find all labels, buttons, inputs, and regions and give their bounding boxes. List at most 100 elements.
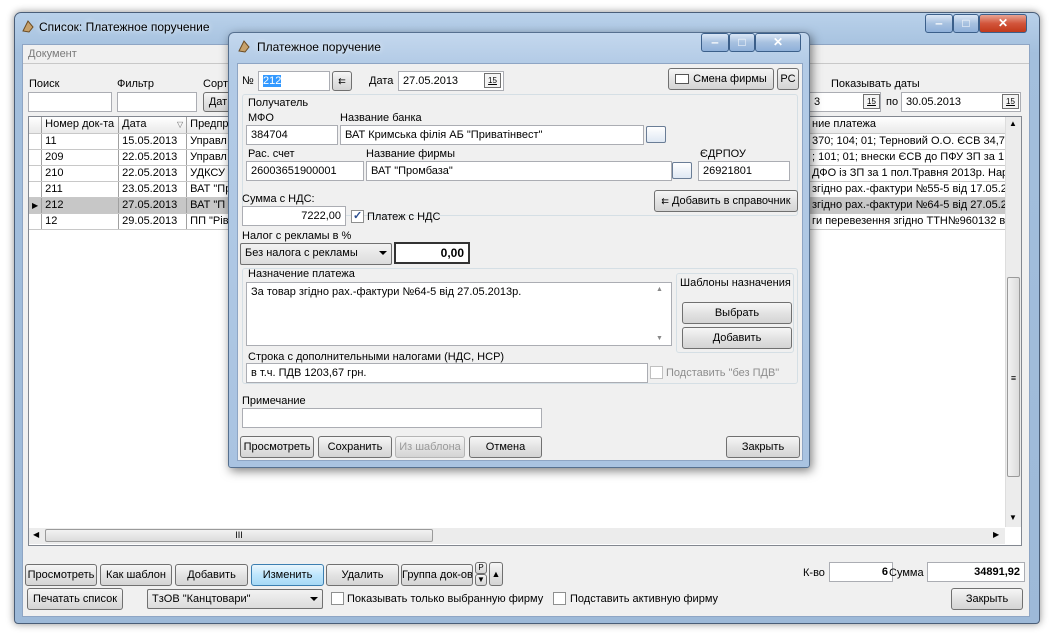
- dialog-close-text-button[interactable]: Закрыть: [726, 436, 800, 458]
- cell-date: 27.05.2013: [118, 197, 188, 214]
- vertical-scroll-thumb[interactable]: ≡: [1007, 277, 1020, 477]
- column-header[interactable]: ние платежа: [809, 117, 1018, 134]
- scroll-right-icon[interactable]: ▶: [993, 530, 999, 539]
- ad-tax-value[interactable]: 0,00: [394, 242, 470, 264]
- row-indicator: [29, 181, 43, 198]
- search-label: Поиск: [29, 78, 60, 90]
- table-row[interactable]: 209 22.05.2013 Управл: [29, 149, 236, 166]
- rs-button[interactable]: РС: [777, 68, 799, 90]
- table-row[interactable]: 211 23.05.2013 ВАТ "Пр: [29, 181, 236, 198]
- scroll-left-icon[interactable]: ◀: [33, 530, 39, 539]
- horizontal-scrollbar[interactable]: ◀ III ▶: [29, 528, 1005, 544]
- scroll-up-icon[interactable]: ▲: [1009, 119, 1017, 128]
- dialog-title: Платежное поручение: [257, 40, 381, 54]
- firm-select[interactable]: ТзОВ "Канцтовари": [147, 589, 323, 609]
- add-to-directory-button[interactable]: ⇇ Добавить в справочник: [654, 190, 798, 212]
- count-field: 6: [829, 562, 893, 582]
- sum-vat-input[interactable]: 7222,00: [242, 206, 346, 226]
- extra-tax-input[interactable]: в т.ч. ПДВ 1203,67 грн.: [246, 363, 648, 383]
- bank-input[interactable]: ВАТ Кримська філія АБ "Приватінвест": [340, 125, 644, 145]
- search-input[interactable]: [28, 92, 112, 112]
- dialog-save-button[interactable]: Сохранить: [318, 436, 392, 458]
- view-button[interactable]: Просмотреть: [25, 564, 97, 586]
- firm-input[interactable]: ВАТ "Промбаза": [366, 161, 672, 181]
- print-list-button[interactable]: Печатать список: [27, 588, 123, 610]
- move-up-button[interactable]: P: [475, 562, 487, 574]
- menu-document[interactable]: Документ: [28, 48, 77, 60]
- firm-label: Название фирмы: [366, 148, 455, 160]
- show-only-selected-firm-checkbox[interactable]: [331, 592, 344, 605]
- cell-purpose: ; 101; 01; внески ЄСВ до ПФУ ЗП за 1: [809, 149, 1018, 166]
- cell-purpose: ги перевезення згідно ТТН№960132 в: [809, 213, 1018, 230]
- templates-label: Шаблоны назначения: [680, 277, 791, 289]
- choose-template-button[interactable]: Выбрать: [682, 302, 792, 324]
- dialog-maximize-button[interactable]: □: [729, 33, 755, 52]
- sum-label: Сумма: [889, 567, 924, 579]
- up-arrow-button[interactable]: ▲: [489, 562, 503, 586]
- cell-number: 211: [41, 181, 120, 198]
- cell-purpose: згідно рах.-фактури №55-5 від 17.05.20: [809, 181, 1018, 198]
- change-firm-button[interactable]: Смена фирмы: [668, 68, 774, 90]
- maximize-button[interactable]: □: [953, 14, 979, 33]
- calendar-icon[interactable]: 15: [484, 73, 501, 88]
- edrpou-input[interactable]: 26921801: [698, 161, 790, 181]
- dialog-minimize-button[interactable]: ‒: [701, 33, 729, 52]
- add-button[interactable]: Добавить: [175, 564, 248, 586]
- table-row[interactable]: 210 22.05.2013 УДКСУ: [29, 165, 236, 182]
- dialog-cancel-button[interactable]: Отмена: [469, 436, 542, 458]
- row-indicator: [29, 149, 43, 166]
- note-input[interactable]: [242, 408, 542, 428]
- substitute-active-firm-checkbox[interactable]: [553, 592, 566, 605]
- filter-input[interactable]: [117, 92, 197, 112]
- dialog-close-button[interactable]: ✕: [755, 33, 801, 52]
- close-button[interactable]: Закрыть: [951, 588, 1023, 610]
- edit-button[interactable]: Изменить: [251, 564, 324, 586]
- calendar-icon[interactable]: 15: [1002, 94, 1019, 109]
- table-row[interactable]: 11 15.05.2013 Управл: [29, 133, 236, 150]
- vat-payment-checkbox[interactable]: [351, 209, 364, 223]
- account-input[interactable]: 26003651900001: [246, 161, 364, 181]
- purpose-textarea[interactable]: За товар згідно рах.-фактури №64-5 від 2…: [246, 282, 672, 346]
- horizontal-scroll-thumb[interactable]: III: [45, 529, 433, 542]
- delete-button[interactable]: Удалить: [326, 564, 399, 586]
- table-row-selected[interactable]: ▶ 212 27.05.2013 ВАТ "П: [29, 197, 236, 214]
- cell-date: 22.05.2013: [118, 149, 188, 166]
- add-template-button[interactable]: Добавить: [682, 327, 792, 349]
- group-docs-button[interactable]: Группа док-ов: [401, 564, 473, 586]
- as-template-button[interactable]: Как шаблон: [100, 564, 172, 586]
- no-vat-checkbox[interactable]: [650, 366, 663, 379]
- move-down-icon[interactable]: ▼: [475, 574, 487, 586]
- bank-label: Название банка: [340, 112, 422, 124]
- recipient-label: Получатель: [248, 97, 309, 109]
- bank-directory-icon[interactable]: [646, 126, 666, 143]
- scroll-up-icon[interactable]: ▲: [656, 286, 663, 293]
- cell-purpose: згідно рах.-фактури №64-5 від 27.05.20: [809, 197, 1018, 214]
- filter-label: Фильтр: [117, 78, 154, 90]
- num-input[interactable]: 212: [258, 71, 330, 91]
- scroll-down-icon[interactable]: ▼: [656, 335, 663, 342]
- firm-directory-icon[interactable]: [672, 162, 692, 179]
- purpose-column: ние платежа 370; 104; 01; Терновий О.О. …: [809, 117, 1018, 230]
- scroll-down-icon[interactable]: ▼: [1009, 513, 1017, 522]
- calendar-icon[interactable]: 15: [863, 94, 880, 109]
- vat-payment-label: Платеж с НДС: [367, 211, 441, 223]
- from-template-button[interactable]: Из шаблона: [395, 436, 465, 458]
- date-to-prefix: по: [886, 96, 899, 108]
- table-row[interactable]: 12 29.05.2013 ПП "Рів: [29, 213, 236, 230]
- count-label: К-во: [803, 567, 825, 579]
- num-lookup-icon[interactable]: ⇇: [332, 71, 352, 91]
- minimize-button[interactable]: ‒: [925, 14, 953, 33]
- close-window-button[interactable]: ✕: [979, 14, 1027, 33]
- dialog-view-button[interactable]: Просмотреть: [240, 436, 314, 458]
- column-header[interactable]: Номер док-та: [41, 117, 120, 134]
- row-indicator: [29, 133, 43, 150]
- cell-number: 11: [41, 133, 120, 150]
- ad-tax-select[interactable]: Без налога с рекламы: [240, 243, 392, 265]
- app-icon: [21, 19, 35, 33]
- documents-table: Номер док-та Дата ▽ Предпр 11 15.05.2013 Уп…: [29, 117, 236, 230]
- mfo-input[interactable]: 384704: [246, 125, 338, 145]
- cell-date: 23.05.2013: [118, 181, 188, 198]
- payment-order-dialog: Платежное поручение ‒ □ ✕ № 212 ⇇ Дата 2…: [228, 32, 810, 468]
- column-header[interactable]: Дата ▽: [118, 117, 188, 134]
- vertical-scrollbar[interactable]: ▲ ≡ ▼: [1005, 117, 1021, 527]
